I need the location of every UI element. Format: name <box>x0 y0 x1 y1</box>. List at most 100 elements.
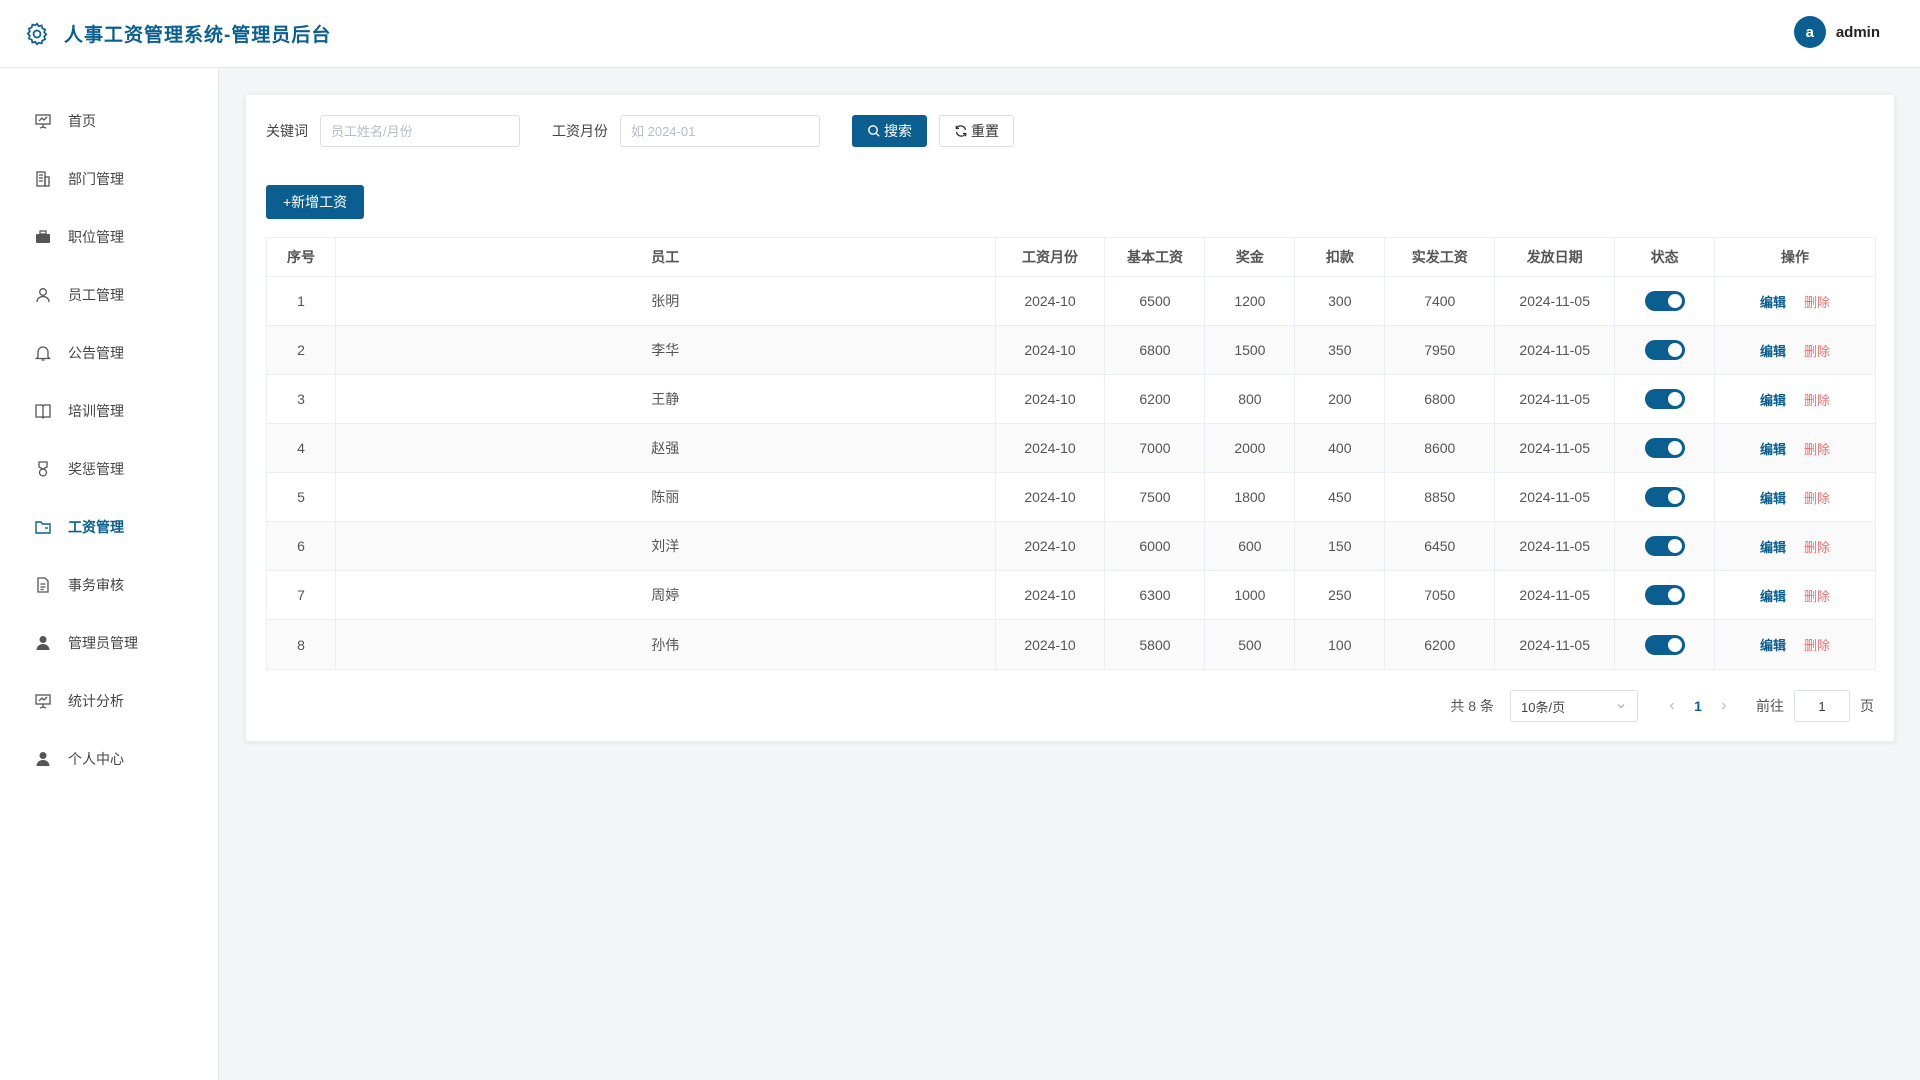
cell-deduct: 200 <box>1295 375 1386 423</box>
cell-date: 2024-11-05 <box>1495 424 1616 472</box>
status-toggle[interactable] <box>1644 634 1685 655</box>
month-input[interactable] <box>620 115 820 147</box>
table-row: 4 赵强 2024-10 7000 2000 400 8600 2024-11-05 编辑 删除 <box>267 424 1875 473</box>
table-row: 7 周婷 2024-10 6300 1000 250 7050 2024-11-05 编辑 删除 <box>267 571 1875 620</box>
cell-net: 6200 <box>1385 620 1496 669</box>
user-menu[interactable]: a admin <box>1793 16 1880 48</box>
delete-button[interactable]: 删除 <box>1804 341 1830 360</box>
chevron-down-icon <box>1617 704 1625 709</box>
cell-actions: 编辑 删除 <box>1715 522 1875 570</box>
table-row: 2 李华 2024-10 6800 1500 350 7950 2024-11-05 编辑 删除 <box>267 326 1875 375</box>
sidebar-item-profile[interactable]: 个人中心 <box>0 730 218 788</box>
page-number-current[interactable]: 1 <box>1684 698 1712 714</box>
delete-button[interactable]: 删除 <box>1804 537 1830 556</box>
cell-name: 孙伟 <box>336 620 996 669</box>
cell-bonus: 800 <box>1205 375 1296 423</box>
column-header: 扣款 <box>1295 238 1386 276</box>
salary-table: 序号 员工 工资月份 基本工资 奖金 扣款 实发工资 发放日期 状态 操作 1张… <box>266 237 1876 670</box>
cell-idx: 5 <box>267 473 336 521</box>
edit-button[interactable]: 编辑 <box>1760 537 1786 556</box>
table-row: 1 张明 2024-10 6500 1200 300 7400 2024-11-05 编辑 删除 <box>267 277 1875 326</box>
column-header: 基本工资 <box>1105 238 1206 276</box>
cell-status <box>1615 473 1716 521</box>
edit-button[interactable]: 编辑 <box>1760 390 1786 409</box>
cell-deduct: 100 <box>1295 620 1386 669</box>
sidebar-item-statistics[interactable]: 统计分析 <box>0 672 218 730</box>
prev-page-button[interactable] <box>1660 698 1684 714</box>
cell-deduct: 250 <box>1295 571 1386 619</box>
delete-button[interactable]: 删除 <box>1804 292 1830 311</box>
page-size-select[interactable]: 10条/页 <box>1510 690 1638 722</box>
sidebar-item-salary[interactable]: 工资管理 <box>0 498 218 556</box>
delete-button[interactable]: 删除 <box>1804 439 1830 458</box>
top-header: 人事工资管理系统-管理员后台 a admin <box>0 0 1920 68</box>
delete-button[interactable]: 删除 <box>1804 390 1830 409</box>
cell-base: 7500 <box>1105 473 1206 521</box>
cell-status <box>1615 326 1716 374</box>
sidebar-item-rewards[interactable]: 奖惩管理 <box>0 440 218 498</box>
cell-idx: 7 <box>267 571 336 619</box>
username[interactable]: admin <box>1836 24 1880 41</box>
edit-button[interactable]: 编辑 <box>1760 292 1786 311</box>
sidebar-item-label: 部门管理 <box>68 171 124 187</box>
reset-button[interactable]: 重置 <box>939 115 1014 147</box>
delete-button[interactable]: 删除 <box>1804 635 1830 654</box>
cell-status <box>1615 277 1716 325</box>
cell-base: 6500 <box>1105 277 1206 325</box>
edit-button[interactable]: 编辑 <box>1760 439 1786 458</box>
sidebar-item-departments[interactable]: 部门管理 <box>0 150 218 208</box>
cell-bonus: 1200 <box>1205 277 1296 325</box>
sidebar-item-home[interactable]: 首页 <box>0 92 218 150</box>
sidebar-item-label: 工资管理 <box>68 519 124 535</box>
add-salary-button[interactable]: +新增工资 <box>266 185 365 219</box>
cell-bonus: 600 <box>1205 522 1296 570</box>
delete-button[interactable]: 删除 <box>1804 488 1830 507</box>
edit-button[interactable]: 编辑 <box>1760 635 1786 654</box>
user-outline-icon <box>34 286 52 304</box>
cell-status <box>1615 522 1716 570</box>
user-solid-icon <box>34 750 52 768</box>
status-toggle[interactable] <box>1644 438 1685 458</box>
cell-actions: 编辑 删除 <box>1715 473 1875 521</box>
cell-date: 2024-11-05 <box>1495 326 1616 374</box>
cell-actions: 编辑 删除 <box>1715 571 1875 619</box>
sidebar-item-positions[interactable]: 职位管理 <box>0 208 218 266</box>
status-toggle[interactable] <box>1644 487 1685 507</box>
search-button[interactable]: 搜索 <box>852 115 927 147</box>
cell-idx: 3 <box>267 375 336 423</box>
sidebar-item-training[interactable]: 培训管理 <box>0 382 218 440</box>
table-row: 6 刘洋 2024-10 6000 600 150 6450 2024-11-05 编辑 删除 <box>267 522 1875 571</box>
sidebar-item-announcements[interactable]: 公告管理 <box>0 324 218 382</box>
status-toggle[interactable] <box>1644 585 1685 605</box>
sidebar-item-employees[interactable]: 员工管理 <box>0 266 218 324</box>
column-header: 奖金 <box>1205 238 1296 276</box>
cell-month: 2024-10 <box>996 620 1106 669</box>
edit-button[interactable]: 编辑 <box>1760 488 1786 507</box>
next-page-button[interactable] <box>1712 698 1736 714</box>
avatar[interactable]: a <box>1793 16 1826 48</box>
cell-idx: 2 <box>267 326 336 374</box>
cell-name: 李华 <box>336 326 996 374</box>
sidebar-item-admins[interactable]: 管理员管理 <box>0 614 218 672</box>
edit-button[interactable]: 编辑 <box>1760 586 1786 605</box>
column-header: 状态 <box>1615 238 1716 276</box>
status-toggle[interactable] <box>1644 340 1685 360</box>
status-toggle[interactable] <box>1644 291 1685 311</box>
briefcase-icon <box>34 228 52 246</box>
goto-label: 前往 <box>1756 698 1784 714</box>
cell-deduct: 450 <box>1295 473 1386 521</box>
status-toggle[interactable] <box>1644 389 1685 409</box>
status-toggle[interactable] <box>1644 536 1685 556</box>
delete-button[interactable]: 删除 <box>1804 586 1830 605</box>
table-row: 5 陈丽 2024-10 7500 1800 450 8850 2024-11-05 编辑 删除 <box>267 473 1875 522</box>
cell-base: 5800 <box>1105 620 1206 669</box>
cell-net: 8600 <box>1385 424 1496 472</box>
goto-page-input[interactable] <box>1794 690 1850 722</box>
edit-button[interactable]: 编辑 <box>1760 341 1786 360</box>
presentation-icon <box>34 692 52 710</box>
sidebar-item-approvals[interactable]: 事务审核 <box>0 556 218 614</box>
wallet-icon <box>34 518 52 536</box>
keyword-input[interactable] <box>320 115 520 147</box>
cell-status <box>1615 375 1716 423</box>
month-label: 工资月份 <box>552 123 608 139</box>
